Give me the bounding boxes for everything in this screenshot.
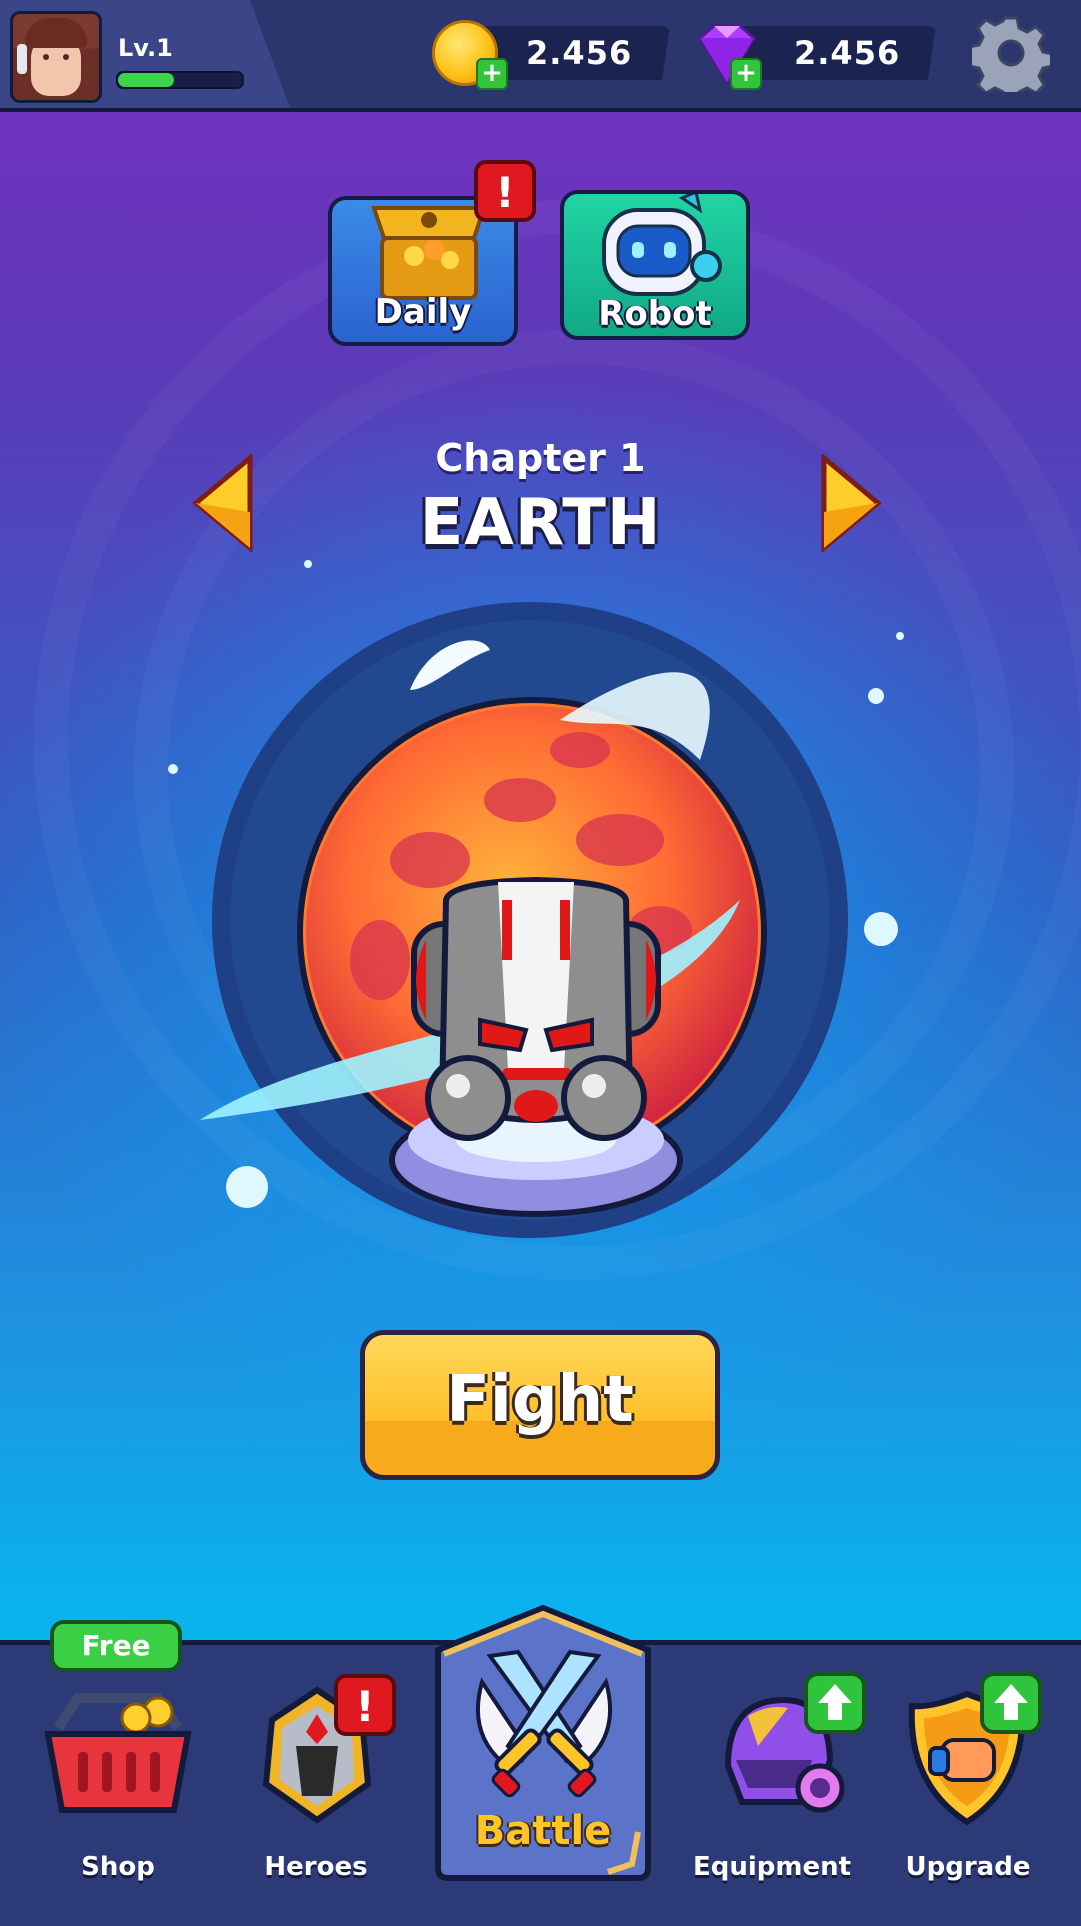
heroes-alert-badge: !	[334, 1674, 396, 1736]
arrow-up-icon	[818, 1684, 852, 1720]
shop-free-badge: Free	[50, 1620, 182, 1672]
arrow-up-icon	[994, 1684, 1028, 1720]
chapter-number: Chapter 1	[435, 436, 646, 480]
chapter-planet-artwork	[200, 602, 848, 1238]
robot-label: Robot	[598, 294, 712, 334]
coin-amount: 2.456	[526, 34, 633, 72]
xp-bar-fill	[118, 73, 174, 87]
nav-heroes-label: Heroes	[264, 1852, 368, 1882]
equipment-upgrade-badge	[804, 1672, 866, 1734]
fight-button[interactable]: Fight	[360, 1330, 720, 1480]
basket-icon	[44, 1693, 192, 1813]
nav-shop-label: Shop	[81, 1852, 155, 1882]
xp-bar	[116, 71, 244, 89]
robot-icon	[602, 194, 722, 296]
crossed-swords-icon	[475, 1649, 613, 1798]
avatar[interactable]	[10, 11, 102, 103]
gem-amount: 2.456	[794, 34, 901, 72]
sparkle	[304, 560, 312, 568]
daily-label: Daily	[374, 292, 472, 332]
robot-tile[interactable]: Robot	[560, 190, 750, 340]
player-level: Lv.1	[118, 34, 173, 62]
nav-upgrade-label: Upgrade	[905, 1852, 1031, 1882]
fight-button-label: Fight	[446, 1363, 634, 1437]
add-gems-plus-icon[interactable]: +	[730, 58, 762, 90]
nav-shop[interactable]: Shop	[18, 1660, 218, 1900]
chapter-name: EARTH	[419, 486, 662, 560]
nav-equipment-label: Equipment	[692, 1852, 852, 1882]
sparkle	[168, 764, 178, 774]
gear-icon[interactable]	[972, 14, 1050, 92]
upgrade-available-badge	[980, 1672, 1042, 1734]
nav-battle-label: Battle	[474, 1808, 612, 1854]
daily-alert-badge: !	[474, 160, 536, 222]
add-coins-plus-icon[interactable]: +	[476, 58, 508, 90]
